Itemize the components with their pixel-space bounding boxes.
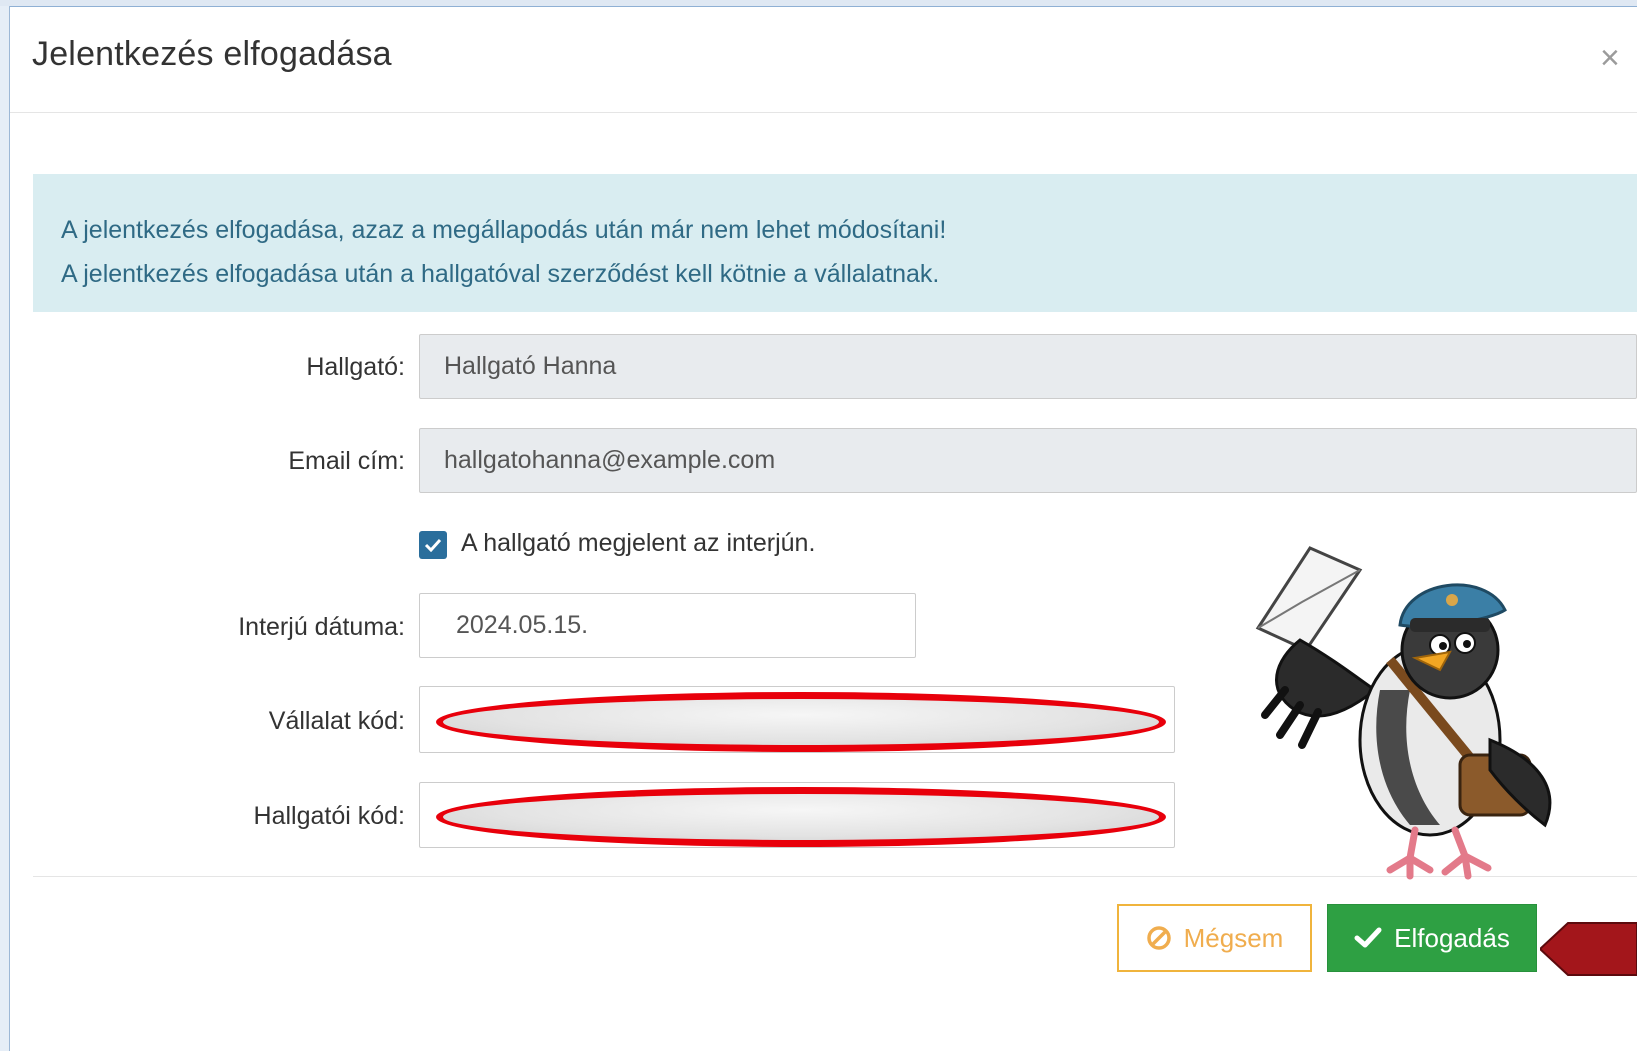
modal-title: Jelentkezés elfogadása [32,35,392,73]
email-label: Email cím: [288,447,405,475]
student-value: Hallgató Hanna [444,352,617,380]
alert-line-1: A jelentkezés elfogadása, azaz a megálla… [61,216,947,244]
attended-label[interactable]: A hallgató megjelent az interjún. [461,529,815,558]
interview-date-label: Interjú dátuma: [238,613,405,641]
email-field: hallgatohanna@example.com [419,428,1637,493]
cancel-label: Mégsem [1183,922,1284,953]
letter-icon [1255,546,1363,652]
student-field: Hallgató Hanna [419,334,1637,399]
pointer-arrow-icon [1540,922,1637,976]
accept-label: Elfogadás [1394,922,1510,953]
header-divider [10,112,1637,113]
company-code-label: Vállalat kód: [268,707,405,735]
ban-icon [1146,925,1172,951]
student-code-label: Hallgatói kód: [253,802,405,830]
interview-date-value: 2024.05.15. [456,611,589,639]
close-icon[interactable]: × [1600,41,1620,75]
accept-application-modal: Jelentkezés elfogadása × A jelentkezés e… [10,7,1637,1051]
accept-button[interactable]: Elfogadás [1327,904,1537,972]
student-code-redaction [436,787,1166,847]
pigeon-mailman-illustration [1255,546,1552,880]
alert-line-2: A jelentkezés elfogadása után a hallgató… [61,260,940,288]
check-icon [1354,927,1382,949]
attended-checkbox[interactable] [419,531,447,559]
window-left-edge [0,6,10,1051]
email-value: hallgatohanna@example.com [444,446,776,474]
student-label: Hallgató: [306,353,405,381]
checkmark-icon [424,538,442,552]
interview-date-input[interactable]: 2024.05.15. [419,593,916,658]
cancel-button[interactable]: Mégsem [1117,904,1312,972]
info-alert: A jelentkezés elfogadása, azaz a megálla… [33,174,1637,312]
window-top-border [0,0,1637,7]
company-code-redaction [436,692,1166,752]
